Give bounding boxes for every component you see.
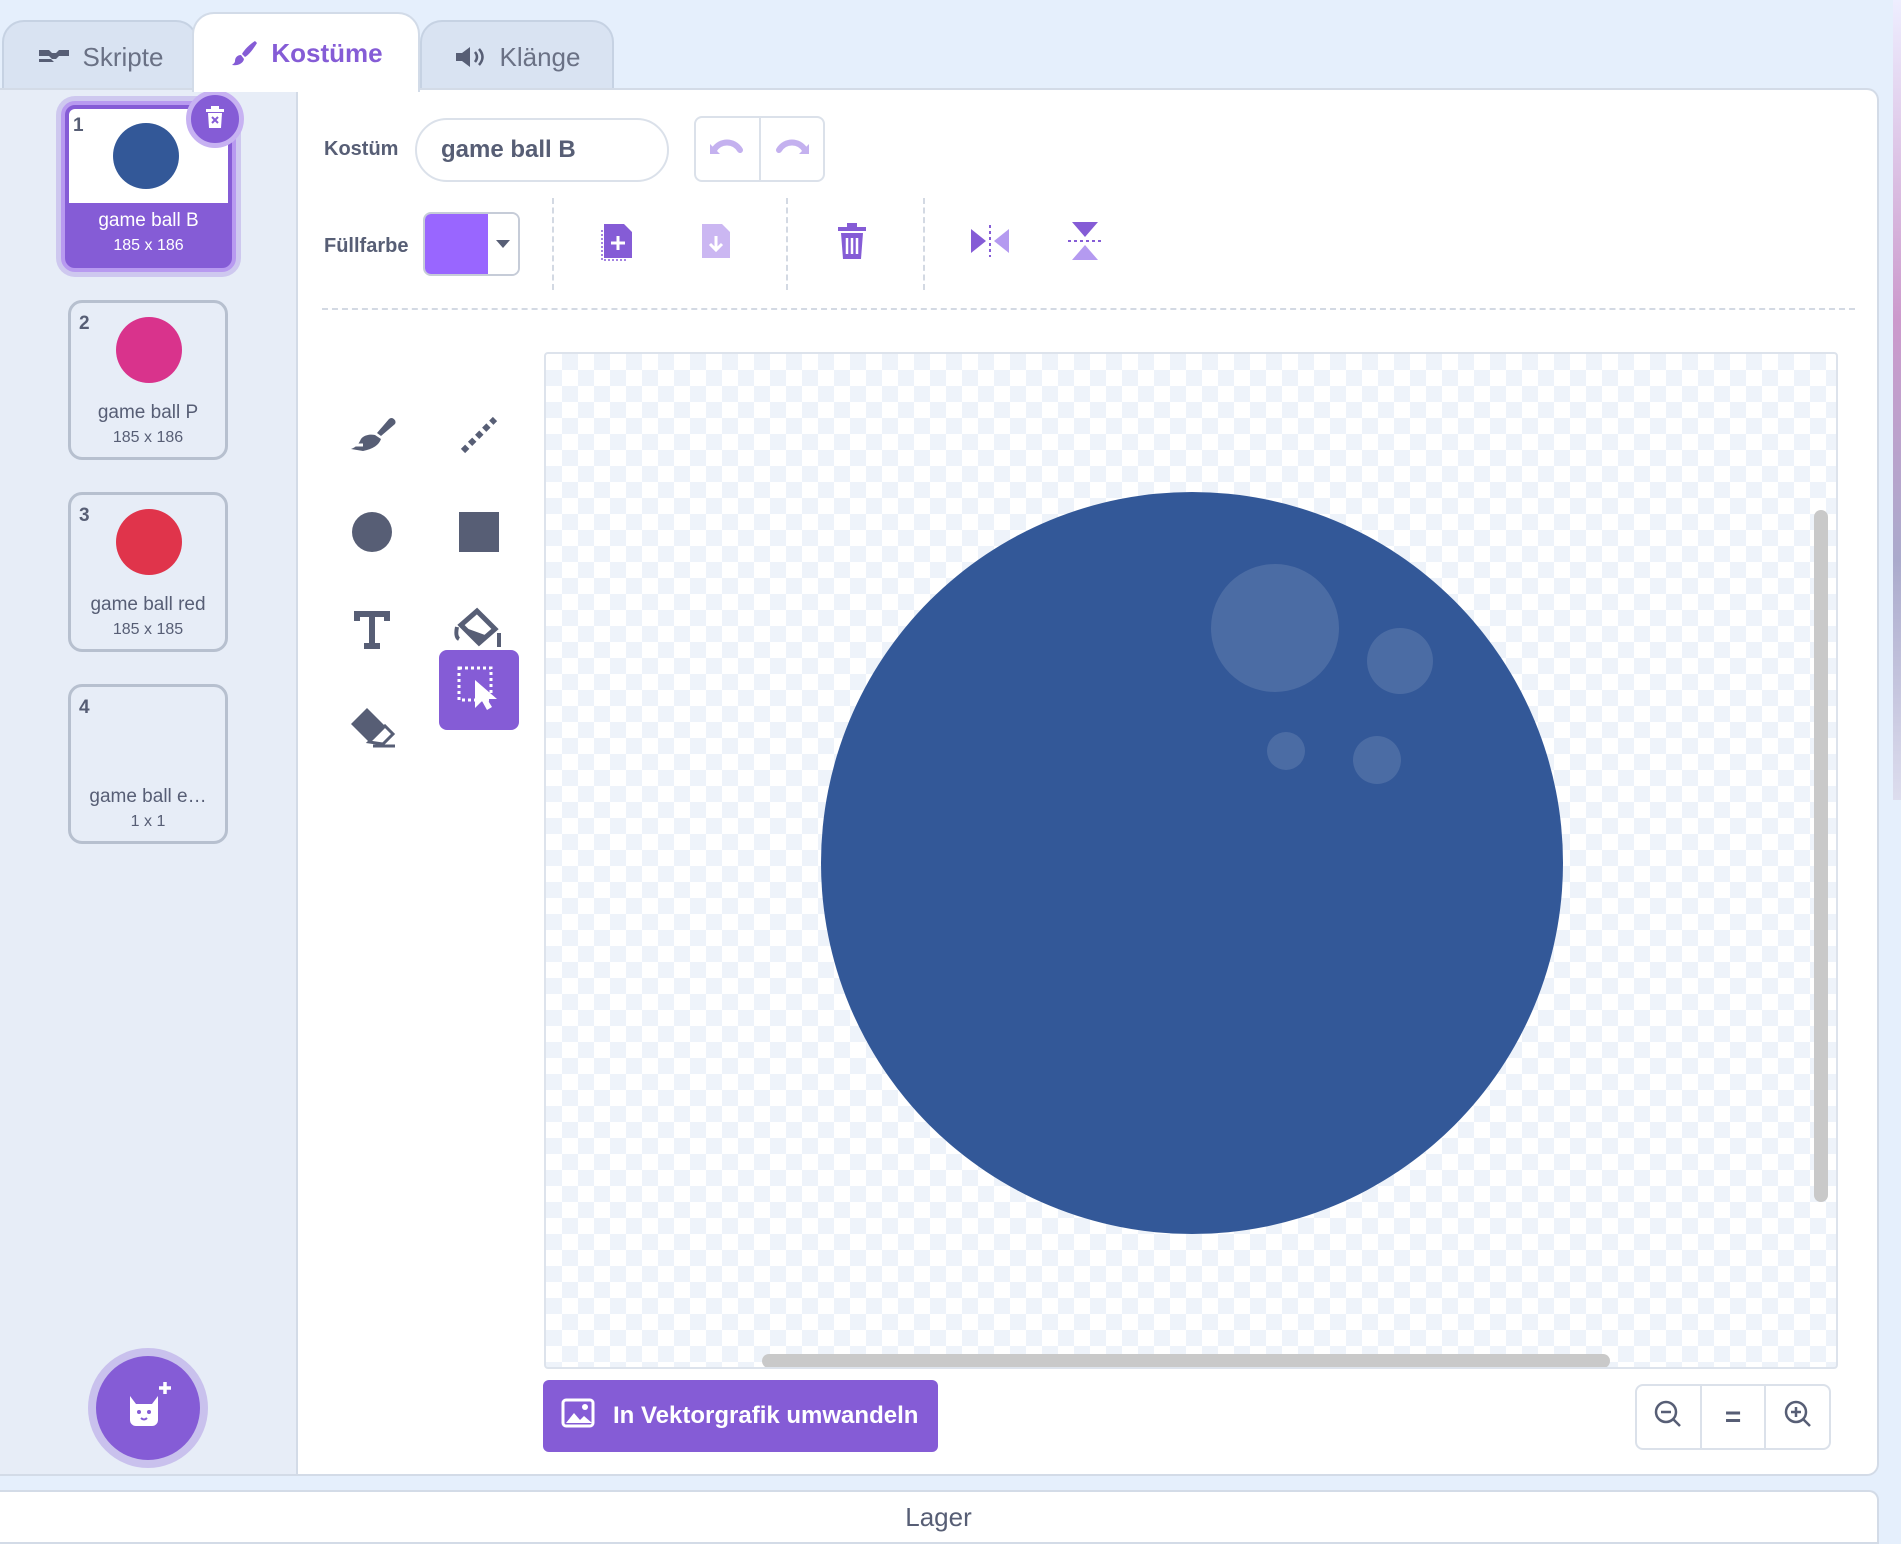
costume-number: 3	[79, 505, 90, 526]
eraser-tool[interactable]	[332, 688, 412, 768]
redo-button[interactable]	[761, 118, 824, 180]
copy-icon	[600, 220, 636, 267]
paste-button[interactable]	[691, 218, 741, 268]
costume-name: game ball red	[90, 594, 206, 615]
paste-icon	[698, 220, 734, 267]
convert-to-vector-button[interactable]: In Vektorgrafik umwandeln	[543, 1380, 938, 1452]
toolbar-divider	[786, 198, 788, 290]
select-icon	[455, 664, 503, 717]
costume-name: game ball B	[98, 210, 199, 231]
brush-icon	[347, 413, 397, 462]
trash-icon	[835, 221, 869, 266]
delete-costume-button[interactable]	[186, 90, 244, 148]
costume-number: 4	[79, 697, 90, 718]
brush-tool[interactable]	[332, 397, 412, 477]
costume-size: 185 x 185	[112, 621, 184, 638]
horizontal-scrollbar[interactable]	[762, 1354, 1610, 1367]
rectangle-icon	[458, 511, 500, 558]
flip-vertical-button[interactable]	[1060, 218, 1110, 268]
costume-number: 2	[79, 313, 90, 334]
tab-label: Kostüme	[271, 37, 383, 68]
fill-color-swatch	[425, 214, 488, 274]
zoom-out-button[interactable]	[1637, 1386, 1702, 1448]
costume-name: game ball e…	[89, 786, 207, 807]
convert-label: In Vektorgrafik umwandeln	[613, 1402, 919, 1429]
undo-button[interactable]	[696, 118, 761, 180]
flip-horizontal-button[interactable]	[965, 218, 1015, 268]
redo-icon	[775, 136, 811, 163]
circle-tool[interactable]	[332, 494, 412, 574]
costume-name-label: Kostüm	[324, 138, 399, 160]
highlight	[1353, 736, 1401, 784]
zoom-in-icon	[1783, 1399, 1813, 1436]
chevron-down-icon	[488, 214, 518, 274]
line-icon	[457, 413, 501, 462]
add-costume-button[interactable]	[96, 1356, 200, 1460]
flip-vertical-icon	[1068, 220, 1102, 267]
tab-label: Klänge	[499, 41, 581, 72]
highlight	[1267, 732, 1305, 770]
costume-thumbnail	[116, 317, 182, 383]
backpack-bar[interactable]: Lager	[0, 1490, 1879, 1544]
copy-button[interactable]	[593, 218, 643, 268]
zoom-controls: =	[1635, 1384, 1831, 1450]
zoom-reset-button[interactable]: =	[1702, 1386, 1767, 1448]
tab-klaenge[interactable]: Klänge	[420, 20, 614, 92]
costume-list: 1 game ball B 185 x 186 2 game ball P 18…	[0, 90, 298, 1474]
toolbar-divider	[923, 198, 925, 290]
costume-name-input[interactable]: game ball B	[415, 118, 669, 182]
paint-canvas[interactable]	[544, 352, 1838, 1369]
costume-number: 1	[73, 115, 84, 136]
costume-editor-panel: 1 game ball B 185 x 186 2 game ball P 18…	[0, 88, 1879, 1476]
text-icon	[350, 607, 394, 656]
toolbar-divider	[322, 308, 1855, 310]
delete-button[interactable]	[827, 218, 877, 268]
code-icon	[37, 45, 71, 69]
undo-redo-group	[694, 116, 825, 182]
rectangle-tool[interactable]	[439, 494, 519, 574]
costume-name: game ball P	[97, 402, 199, 423]
costume-size: 185 x 186	[113, 237, 184, 254]
text-tool[interactable]	[332, 591, 412, 671]
highlight	[1367, 628, 1433, 694]
backpack-label: Lager	[905, 1501, 972, 1532]
zoom-in-button[interactable]	[1766, 1386, 1829, 1448]
fill-color-picker[interactable]	[423, 212, 520, 276]
costume-size: 1 x 1	[130, 813, 166, 830]
costume-drawing	[821, 492, 1563, 1234]
costume-thumbnail	[116, 509, 182, 575]
costume-name-value: game ball B	[441, 136, 576, 163]
line-tool[interactable]	[439, 397, 519, 477]
costume-size: 185 x 186	[112, 429, 184, 446]
cat-plus-icon	[120, 1378, 176, 1439]
highlight	[1211, 564, 1339, 692]
zoom-reset-label: =	[1724, 1401, 1742, 1432]
toolbar-divider	[552, 198, 554, 290]
flip-horizontal-icon	[969, 224, 1011, 262]
costume-item-4[interactable]: 4 game ball e… 1 x 1	[68, 684, 228, 844]
eraser-icon	[347, 704, 397, 753]
zoom-out-icon	[1653, 1399, 1683, 1436]
tab-kostueme[interactable]: Kostüme	[192, 12, 420, 92]
stage-edge	[1893, 0, 1901, 800]
undo-icon	[708, 136, 744, 163]
tab-skripte[interactable]: Skripte	[2, 20, 198, 92]
trash-icon	[202, 103, 228, 136]
costume-item-3[interactable]: 3 game ball red 185 x 185	[68, 492, 228, 652]
select-tool[interactable]	[439, 650, 519, 730]
vertical-scrollbar[interactable]	[1814, 510, 1828, 1202]
image-icon	[561, 1398, 595, 1435]
costume-thumbnail	[113, 123, 179, 189]
fill-color-label: Füllfarbe	[324, 235, 409, 257]
circle-icon	[350, 510, 394, 559]
tab-label: Skripte	[82, 41, 164, 72]
sound-icon	[454, 44, 488, 70]
brush-icon	[229, 38, 259, 68]
costume-item-2[interactable]: 2 game ball P 185 x 186	[68, 300, 228, 460]
